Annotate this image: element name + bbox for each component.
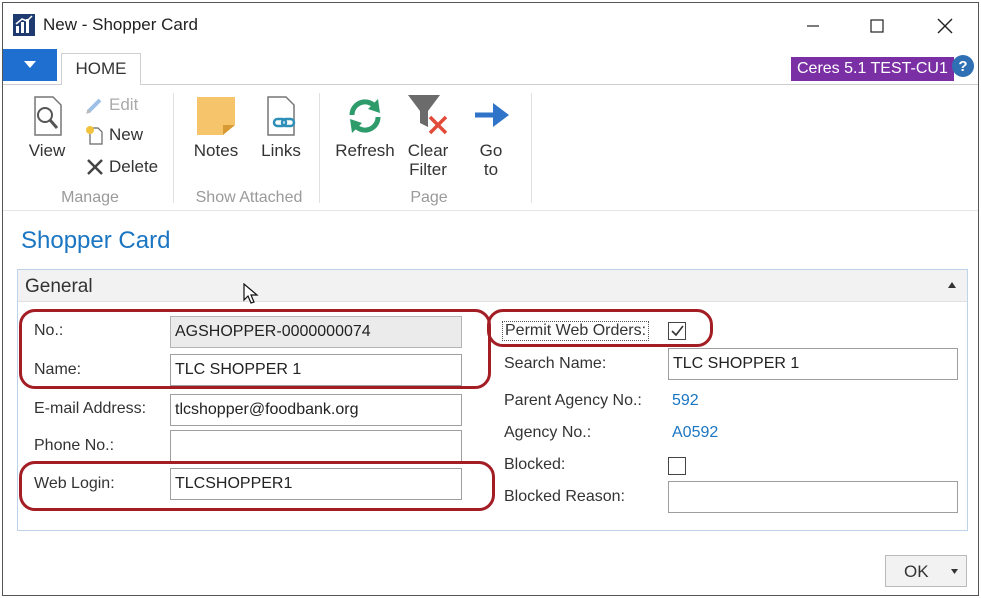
blocked-reason-label: Blocked Reason: <box>504 488 625 505</box>
email-label: E-mail Address: <box>34 400 147 417</box>
parent-agency-label: Parent Agency No.: <box>504 392 642 409</box>
web-login-label: Web Login: <box>34 475 115 492</box>
no-field: AGSHOPPER-0000000074 <box>170 316 462 348</box>
close-button[interactable] <box>923 11 967 41</box>
name-field[interactable]: TLC SHOPPER 1 <box>170 354 462 386</box>
app-logo-icon <box>13 14 35 36</box>
svg-text:?: ? <box>958 58 967 75</box>
minimize-button[interactable] <box>791 11 835 41</box>
general-fasttab: General No.: AGSHOPPER-0000000074 Name: … <box>17 269 968 531</box>
blocked-reason-field[interactable] <box>668 481 958 513</box>
phone-field[interactable] <box>170 430 462 462</box>
delete-icon <box>87 159 103 175</box>
permit-web-orders-checkbox[interactable] <box>668 322 686 340</box>
refresh-icon <box>349 99 381 133</box>
environment-badge: Ceres 5.1 TEST-CU1 <box>791 57 954 81</box>
refresh-button[interactable]: Refresh <box>335 95 395 160</box>
new-button[interactable]: New <box>85 125 143 145</box>
arrow-right-icon <box>475 103 509 127</box>
web-login-field[interactable]: TLCSHOPPER1 <box>170 468 462 500</box>
view-button[interactable]: View <box>25 95 69 160</box>
group-label-page: Page <box>410 189 448 206</box>
help-icon[interactable]: ? <box>951 54 975 78</box>
search-name-field[interactable]: TLC SHOPPER 1 <box>668 348 958 380</box>
group-divider <box>173 93 174 203</box>
fasttab-title: General <box>25 276 93 297</box>
email-field[interactable]: tlcshopper@foodbank.org <box>170 394 462 426</box>
chevron-down-icon[interactable] <box>951 569 958 574</box>
edit-button[interactable]: Edit <box>85 95 138 115</box>
fasttab-header[interactable]: General <box>18 270 967 302</box>
pencil-icon <box>86 98 102 114</box>
agency-label: Agency No.: <box>504 424 592 441</box>
links-button[interactable]: Links <box>259 95 303 160</box>
no-label: No.: <box>34 322 64 339</box>
delete-button[interactable]: Delete <box>85 157 158 177</box>
shopper-card-window: New - Shopper Card HOME Ceres 5.1 TEST-C… <box>2 2 979 596</box>
dropdown-arrow-icon <box>24 61 36 68</box>
view-icon <box>34 96 62 136</box>
permit-web-orders-label: Permit Web Orders: <box>502 321 650 341</box>
parent-agency-link[interactable]: 592 <box>672 392 699 410</box>
go-to-button[interactable]: Go to <box>469 95 513 179</box>
ok-button[interactable]: OK <box>885 555 967 587</box>
notes-button[interactable]: Notes <box>191 95 241 160</box>
notes-icon <box>197 97 235 135</box>
group-label-show-attached: Show Attached <box>195 189 303 206</box>
blocked-checkbox[interactable] <box>668 457 686 475</box>
maximize-button[interactable] <box>855 11 899 41</box>
ribbon: View Edit New Delete Manage Notes Links … <box>3 85 978 211</box>
checkmark-icon <box>671 325 684 337</box>
group-divider <box>319 93 320 203</box>
maximize-icon <box>870 19 884 33</box>
window-title: New - Shopper Card <box>43 15 198 34</box>
application-menu-button[interactable] <box>3 49 57 81</box>
mouse-cursor-icon <box>243 283 259 304</box>
group-divider <box>531 93 532 203</box>
ribbon-tab-bar: HOME Ceres 5.1 TEST-CU1 ? <box>3 49 978 86</box>
new-document-icon <box>86 126 103 145</box>
agency-link[interactable]: A0592 <box>672 424 718 442</box>
phone-label: Phone No.: <box>34 437 115 454</box>
name-label: Name: <box>34 361 82 378</box>
group-label-manage: Manage <box>61 189 119 206</box>
clear-filter-icon <box>408 95 448 135</box>
tab-home[interactable]: HOME <box>61 53 141 86</box>
search-name-label: Search Name: <box>504 355 607 372</box>
clear-filter-button[interactable]: Clear Filter <box>403 93 453 179</box>
page-title: Shopper Card <box>21 227 171 254</box>
minimize-icon <box>807 25 819 27</box>
close-icon <box>937 18 953 34</box>
links-icon <box>267 96 296 136</box>
blocked-label: Blocked: <box>504 456 566 473</box>
chevron-up-icon[interactable] <box>947 281 957 289</box>
title-bar: New - Shopper Card <box>3 3 978 47</box>
